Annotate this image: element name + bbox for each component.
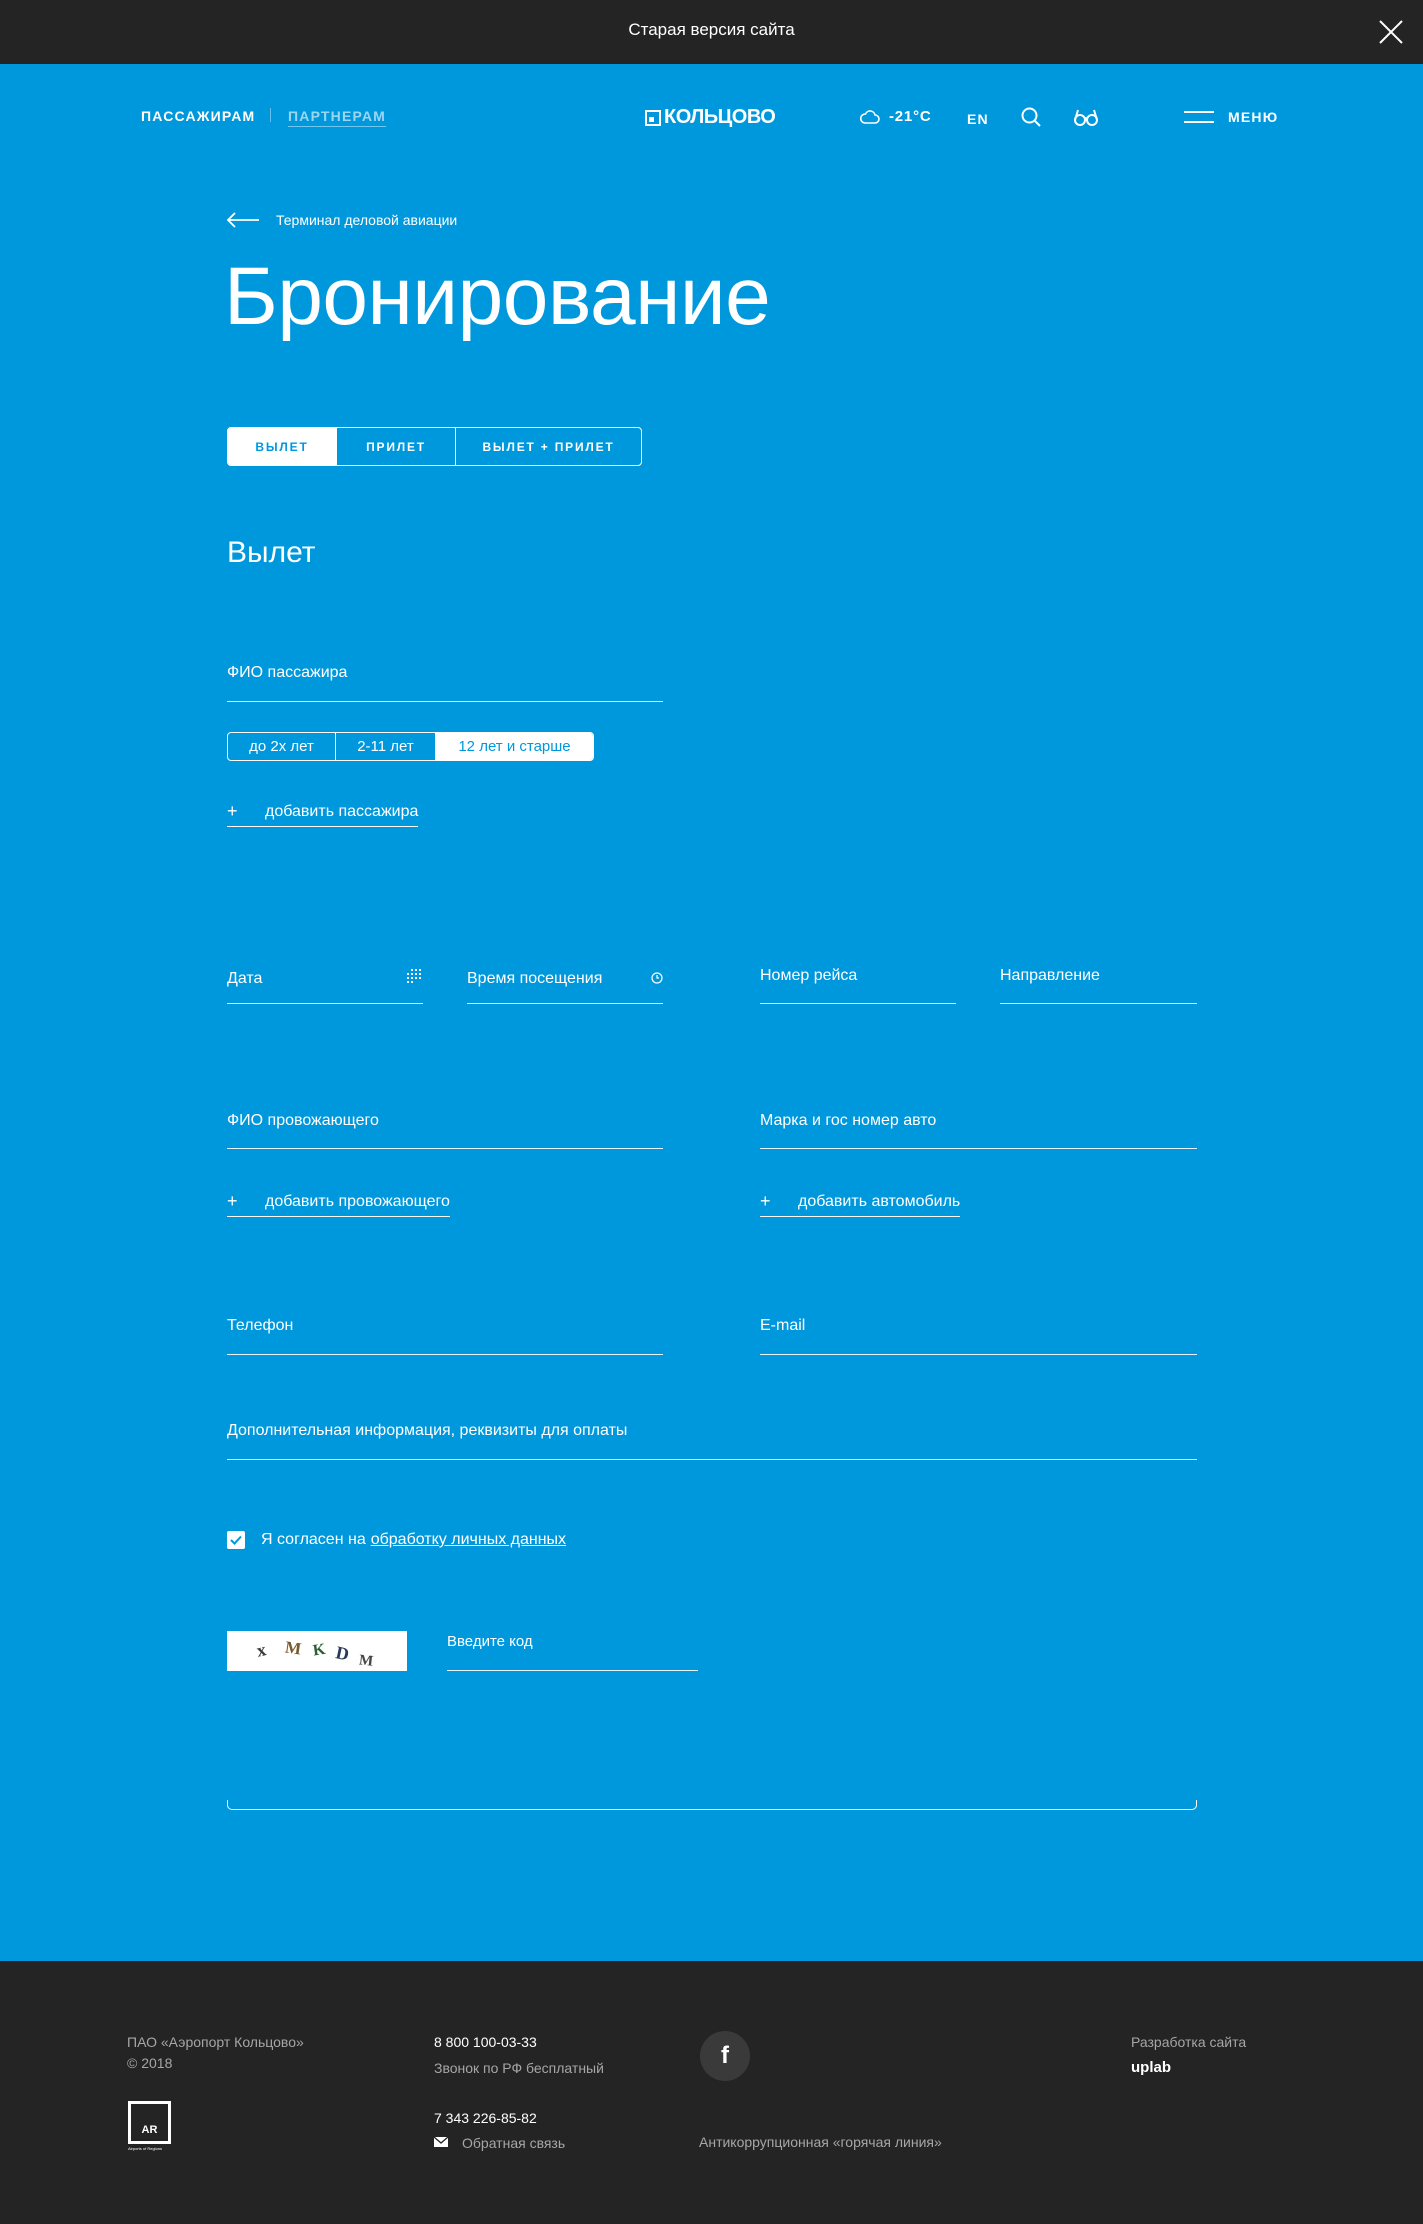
escort-name-label: ФИО провожающего <box>227 1112 379 1129</box>
captcha-input[interactable]: Введите код <box>447 1628 698 1671</box>
privacy-link[interactable]: обработку личных данных <box>371 1531 566 1549</box>
page-title: Бронирование <box>224 251 771 342</box>
add-car-label: добавить автомобиль <box>798 1192 961 1210</box>
flight-number-label: Номер рейса <box>760 967 858 984</box>
footer-year: © 2018 <box>127 2055 173 2071</box>
tab-departure-arrival[interactable]: ВЫЛЕТ + ПРИЛЕТ <box>455 428 641 465</box>
glasses-icon[interactable] <box>1073 107 1099 127</box>
language-switch[interactable]: EN <box>967 111 989 127</box>
search-icon[interactable] <box>1021 107 1041 127</box>
nav-partners[interactable]: ПАРТНЕРАМ <box>288 108 387 127</box>
add-car-link[interactable]: + добавить автомобиль <box>760 1191 961 1217</box>
direction-field[interactable]: Направление <box>1000 960 1197 1004</box>
feedback-link[interactable]: Обратная связь <box>462 2135 565 2151</box>
captcha-input-label: Введите код <box>447 1633 533 1650</box>
consent-row: Я согласен на обработку личных данных <box>227 1531 566 1549</box>
koltsovo-logo[interactable]: КОЛЬЦОВО <box>645 106 776 129</box>
clock-icon <box>651 972 663 984</box>
dev-label: Разработка сайта <box>1131 2034 1247 2050</box>
tab-departure[interactable]: ВЫЛЕТ <box>228 428 336 465</box>
flight-number-field[interactable]: Номер рейса <box>760 960 956 1004</box>
email-label: E-mail <box>760 1317 806 1334</box>
extra-info-label: Дополнительная информация, реквизиты для… <box>227 1422 628 1439</box>
age-under-2[interactable]: до 2х лет <box>228 733 335 760</box>
section-title: Вылет <box>227 536 316 569</box>
airports-of-regions-logo[interactable]: AR Airports of Regions <box>128 2101 175 2153</box>
close-icon[interactable] <box>1379 20 1403 44</box>
phone-field[interactable]: Телефон <box>227 1310 663 1355</box>
car-label: Марка и гос номер авто <box>760 1112 937 1129</box>
car-field[interactable]: Марка и гос номер авто <box>760 1105 1197 1149</box>
calendar-icon <box>407 969 421 983</box>
consent-checkbox[interactable] <box>227 1531 245 1549</box>
back-link[interactable]: Терминал деловой авиации <box>226 211 457 229</box>
add-escort-label: добавить провожающего <box>265 1192 450 1210</box>
envelope-icon <box>434 2137 448 2147</box>
visit-time-field[interactable]: Время посещения <box>467 960 663 1004</box>
date-field[interactable]: Дата <box>227 960 423 1004</box>
extra-info-field[interactable]: Дополнительная информация, реквизиты для… <box>227 1416 1197 1460</box>
phone-free[interactable]: 8 800 100-03-33 <box>434 2034 537 2050</box>
svg-text:M: M <box>358 1652 374 1669</box>
checkmark-icon <box>230 1535 242 1545</box>
booking-type-tabs: ВЫЛЕТ ПРИЛЕТ ВЫЛЕТ + ПРИЛЕТ <box>227 427 642 466</box>
phone-city[interactable]: 7 343 226-85-82 <box>434 2110 537 2126</box>
submit-button[interactable] <box>227 1800 1197 1810</box>
phone-label: Телефон <box>227 1317 294 1334</box>
add-passenger-link[interactable]: + добавить пассажира <box>227 801 419 827</box>
tab-arrival[interactable]: ПРИЛЕТ <box>336 428 455 465</box>
visit-time-label: Время посещения <box>467 970 603 987</box>
back-link-label: Терминал деловой авиации <box>276 212 458 228</box>
add-escort-link[interactable]: + добавить провожающего <box>227 1191 450 1217</box>
hotline-link[interactable]: Антикоррупционная «горячая линия» <box>699 2134 942 2150</box>
captcha-image: x M K D M <box>227 1631 407 1671</box>
arrow-left-icon <box>226 212 259 228</box>
plus-icon: + <box>760 1191 771 1211</box>
ar-logo-caption: Airports of Regions <box>128 2146 163 2151</box>
age-selector: до 2х лет 2-11 лет 12 лет и старше <box>227 732 594 761</box>
passenger-name-field[interactable]: ФИО пассажира <box>227 654 663 702</box>
email-field[interactable]: E-mail <box>760 1310 1197 1355</box>
age-2-11[interactable]: 2-11 лет <box>335 733 435 760</box>
consent-text: Я согласен на <box>261 1531 366 1548</box>
phone-free-note: Звонок по РФ бесплатный <box>434 2060 604 2076</box>
temperature: -21°C <box>889 108 932 125</box>
weather-widget: -21°C <box>860 108 932 125</box>
age-12-plus[interactable]: 12 лет и старше <box>435 733 593 760</box>
escort-name-field[interactable]: ФИО провожающего <box>227 1105 663 1149</box>
direction-label: Направление <box>1000 967 1100 984</box>
facebook-icon[interactable]: f <box>700 2031 750 2081</box>
plus-icon: + <box>227 1191 238 1211</box>
date-label: Дата <box>227 970 263 987</box>
ar-logo-box: AR <box>128 2101 171 2144</box>
passenger-name-label: ФИО пассажира <box>227 664 348 681</box>
logo-mark-icon <box>645 109 661 126</box>
menu-button[interactable]: МЕНЮ <box>1184 109 1278 125</box>
old-site-link[interactable]: Старая версия сайта <box>0 20 1423 40</box>
footer <box>0 1961 1423 2224</box>
menu-label: МЕНЮ <box>1228 109 1279 125</box>
developer-logo[interactable]: uplab <box>1131 2059 1171 2076</box>
logo-text: КОЛЬЦОВО <box>664 106 776 128</box>
svg-text:M: M <box>284 1638 303 1659</box>
hamburger-icon <box>1184 111 1214 123</box>
old-site-banner: Старая версия сайта <box>0 0 1423 64</box>
plus-icon: + <box>227 801 238 821</box>
cloud-icon <box>860 109 880 124</box>
nav-divider <box>270 108 271 122</box>
nav-passengers[interactable]: ПАССАЖИРАМ <box>141 108 255 124</box>
footer-company: ПАО «Аэропорт Кольцово» <box>127 2034 304 2050</box>
add-passenger-label: добавить пассажира <box>265 802 419 820</box>
